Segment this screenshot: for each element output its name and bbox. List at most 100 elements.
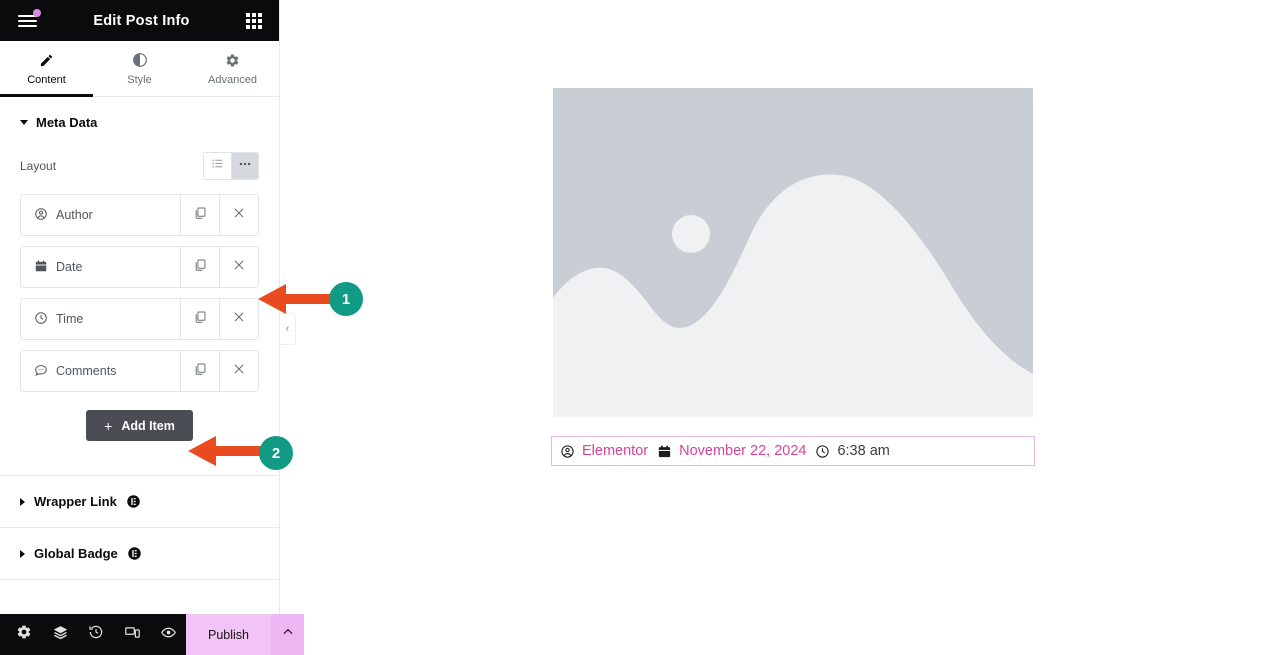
chevron-down-icon bbox=[20, 120, 28, 125]
layout-choice-stacked[interactable] bbox=[204, 153, 231, 179]
calendar-icon bbox=[34, 259, 48, 276]
tab-advanced[interactable]: Advanced bbox=[186, 41, 279, 96]
tab-style-label: Style bbox=[127, 73, 152, 86]
history-icon bbox=[88, 624, 104, 645]
publish-button[interactable]: Publish bbox=[186, 614, 271, 655]
meta-author-text[interactable]: Elementor bbox=[582, 443, 648, 459]
repeater-item-duplicate-button[interactable] bbox=[180, 351, 219, 391]
panel-collapse-handle[interactable]: ‹ bbox=[280, 313, 296, 345]
copy-icon bbox=[193, 206, 207, 225]
calendar-icon bbox=[657, 444, 672, 459]
meta-item-author[interactable]: Elementor bbox=[560, 443, 648, 459]
widgets-grid-icon bbox=[246, 12, 262, 29]
repeater-item-title[interactable]: Comments bbox=[21, 351, 180, 391]
meta-date-text[interactable]: November 22, 2024 bbox=[679, 443, 806, 459]
chevron-right-icon bbox=[20, 497, 25, 506]
repeater-item-label: Time bbox=[56, 312, 84, 326]
panel-title: Edit Post Info bbox=[93, 12, 190, 29]
repeater-item-duplicate-button[interactable] bbox=[180, 195, 219, 235]
add-item-row: + Add Item bbox=[0, 402, 279, 441]
navigator-layers-icon bbox=[52, 624, 69, 646]
navigator-button[interactable] bbox=[42, 614, 78, 655]
close-icon bbox=[232, 206, 246, 225]
panel-tabs: Content Style Advanced bbox=[0, 41, 279, 97]
settings-button[interactable] bbox=[6, 614, 42, 655]
repeater-item-title[interactable]: Date bbox=[21, 247, 180, 287]
repeater-item-date[interactable]: Date bbox=[20, 246, 259, 288]
tab-content[interactable]: Content bbox=[0, 41, 93, 97]
annotation-badge-1: 1 bbox=[329, 282, 363, 316]
meta-item-date[interactable]: November 22, 2024 bbox=[657, 443, 806, 459]
gear-icon bbox=[225, 52, 240, 69]
repeater-item-duplicate-button[interactable] bbox=[180, 247, 219, 287]
copy-icon bbox=[193, 258, 207, 277]
widgets-panel-button[interactable] bbox=[239, 6, 269, 36]
repeater-item-label: Date bbox=[56, 260, 83, 274]
meta-data-repeater: Author Date Time Comments bbox=[0, 194, 279, 392]
history-button[interactable] bbox=[78, 614, 114, 655]
tab-style[interactable]: Style bbox=[93, 41, 186, 96]
panel-header: Edit Post Info bbox=[0, 0, 279, 41]
image-placeholder[interactable] bbox=[553, 88, 1033, 417]
repeater-item-remove-button[interactable] bbox=[219, 351, 258, 391]
post-info-widget[interactable]: Elementor November 22, 2024 6:38 am bbox=[551, 436, 1035, 466]
elementor-pro-badge-icon bbox=[127, 546, 142, 561]
preview-canvas: Elementor November 22, 2024 6:38 am bbox=[280, 0, 1280, 655]
panel-footer: Publish bbox=[0, 614, 304, 655]
repeater-item-remove-button[interactable] bbox=[219, 299, 258, 339]
add-item-button[interactable]: + Add Item bbox=[86, 410, 193, 441]
image-placeholder-graphic bbox=[553, 88, 1033, 417]
global-badge-section[interactable]: Global Badge bbox=[0, 528, 279, 580]
wrapper-link-title: Wrapper Link bbox=[34, 494, 117, 509]
editor-panel: Edit Post Info Content Style Advanced Me… bbox=[0, 0, 304, 655]
notification-dot-icon bbox=[33, 8, 41, 17]
list-icon bbox=[211, 157, 224, 175]
repeater-item-author[interactable]: Author bbox=[20, 194, 259, 236]
date-item-remove-button[interactable] bbox=[219, 247, 258, 287]
repeater-item-title[interactable]: Author bbox=[21, 195, 180, 235]
annotation-badge-number: 1 bbox=[341, 290, 351, 308]
contrast-circle-icon bbox=[132, 52, 148, 69]
annotation-badge-2: 2 bbox=[259, 436, 293, 470]
global-badge-title: Global Badge bbox=[34, 546, 118, 561]
hamburger-menu-button[interactable] bbox=[10, 6, 44, 36]
layout-control-label: Layout bbox=[20, 159, 57, 173]
meta-item-time[interactable]: 6:38 am bbox=[815, 443, 890, 459]
add-item-label: Add Item bbox=[121, 418, 175, 433]
chevron-left-icon: ‹ bbox=[285, 323, 290, 335]
layout-control-row: Layout bbox=[0, 146, 279, 194]
chevron-right-icon bbox=[20, 549, 25, 558]
plus-icon: + bbox=[104, 417, 113, 434]
elementor-pro-badge-icon bbox=[126, 494, 141, 509]
repeater-item-label: Comments bbox=[56, 364, 117, 378]
tab-content-label: Content bbox=[27, 73, 66, 86]
responsive-mode-button[interactable] bbox=[114, 614, 150, 655]
repeater-item-time[interactable]: Time bbox=[20, 298, 259, 340]
responsive-mode-icon bbox=[124, 624, 141, 646]
close-icon bbox=[232, 362, 246, 381]
repeater-item-duplicate-button[interactable] bbox=[180, 299, 219, 339]
user-circle-icon bbox=[560, 444, 575, 459]
preview-button[interactable] bbox=[150, 614, 186, 655]
publish-group: Publish bbox=[186, 614, 304, 655]
meta-data-section-title: Meta Data bbox=[36, 115, 98, 130]
repeater-item-remove-button[interactable] bbox=[219, 195, 258, 235]
clock-icon bbox=[815, 444, 830, 459]
meta-data-section-header[interactable]: Meta Data bbox=[0, 97, 279, 146]
layout-choices bbox=[203, 152, 259, 180]
repeater-item-title[interactable]: Time bbox=[21, 299, 180, 339]
elementor-editor: Edit Post Info Content Style Advanced Me… bbox=[0, 0, 1280, 655]
publish-options-button[interactable] bbox=[271, 614, 304, 655]
copy-icon bbox=[193, 310, 207, 329]
wrapper-link-section[interactable]: Wrapper Link bbox=[0, 476, 279, 528]
pencil-icon bbox=[39, 52, 54, 69]
meta-data-section: Meta Data Layout Author Date Time Commen… bbox=[0, 97, 279, 476]
chevron-up-icon bbox=[281, 625, 295, 644]
clock-icon bbox=[34, 311, 48, 328]
repeater-item-label: Author bbox=[56, 208, 93, 222]
layout-choice-inline[interactable] bbox=[231, 153, 258, 179]
repeater-item-comments[interactable]: Comments bbox=[20, 350, 259, 392]
close-icon bbox=[232, 258, 246, 277]
copy-icon bbox=[193, 362, 207, 381]
hamburger-menu-icon bbox=[17, 14, 37, 27]
